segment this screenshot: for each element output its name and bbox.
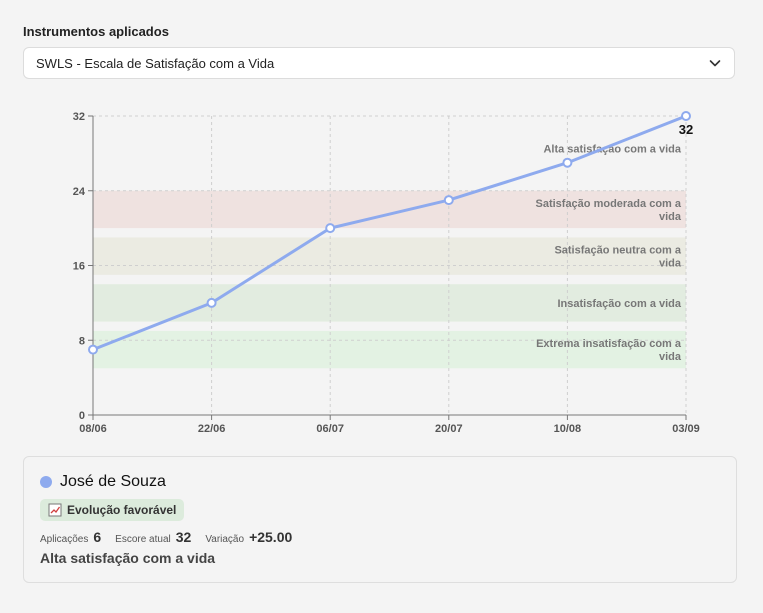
stat-applications-value: 6 (93, 529, 102, 545)
trend-chart-icon (48, 503, 62, 517)
band-label-1: Insatisfação com a vida (558, 298, 682, 310)
score-evolution-chart: Extrema insatisfação com a vidaInsatisfaç… (73, 111, 700, 435)
stat-current-score-value: 32 (175, 529, 192, 545)
x-tick-label-0: 08/06 (79, 423, 107, 435)
section-title: Instrumentos aplicados (23, 24, 169, 39)
stat-current-score-label: Escore atual (115, 534, 171, 545)
data-point-4 (562, 157, 573, 168)
data-point-1 (206, 297, 217, 308)
patient-header: José de Souza (40, 473, 166, 491)
data-point-5 (681, 111, 691, 121)
stat-applications-label: Aplicações (40, 534, 89, 545)
x-tick-label-3: 20/07 (435, 423, 463, 435)
data-point-0 (88, 344, 98, 355)
y-tick-label-0: 0 (79, 410, 85, 422)
y-tick-label-3: 24 (73, 186, 86, 198)
evolution-badge-text: Evolução favorável (67, 503, 177, 517)
current-classification: Alta satisfação com a vida (40, 550, 216, 566)
data-point-2 (325, 223, 336, 234)
x-tick-label-4: 10/08 (554, 423, 582, 435)
x-tick-label-2: 06/07 (316, 423, 344, 435)
evolution-badge: Evolução favorável (40, 499, 185, 521)
y-tick-label-1: 8 (79, 335, 85, 347)
last-point-label: 32 (679, 122, 693, 137)
series-color-dot (40, 476, 52, 488)
patient-stats: Aplicações 6 Escore atual 32 Variação +2… (40, 529, 306, 545)
patient-summary-card: José de Souza Evolução favorável Aplicaç… (23, 456, 737, 583)
patient-name: José de Souza (60, 473, 166, 490)
instrument-select[interactable]: SWLS - Escala de Satisfação com a Vida (23, 47, 735, 79)
chevron-down-icon (708, 56, 722, 70)
y-tick-label-4: 32 (73, 111, 85, 123)
data-point-3 (443, 195, 454, 206)
x-tick-label-1: 22/06 (198, 423, 226, 435)
instrument-select-value: SWLS - Escala de Satisfação com a Vida (36, 55, 275, 71)
x-tick-label-5: 03/09 (672, 423, 700, 435)
stat-variation-value: +25.00 (249, 529, 293, 545)
stat-variation-label: Variação (205, 534, 245, 545)
y-tick-label-2: 16 (73, 261, 85, 273)
